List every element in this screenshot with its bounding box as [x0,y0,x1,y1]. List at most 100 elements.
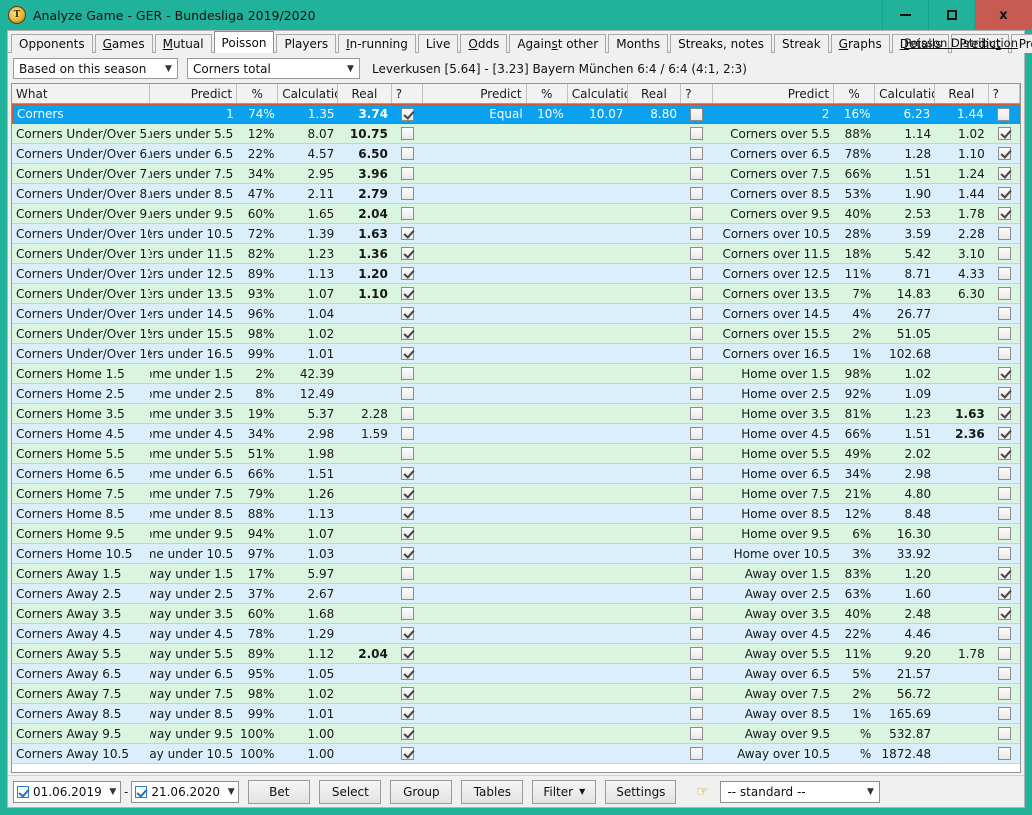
row-checkbox[interactable] [989,527,1020,540]
row-checkbox[interactable] [989,467,1020,480]
row-checkbox[interactable] [392,607,423,620]
row-checkbox[interactable] [681,407,712,420]
select-button[interactable]: Select [319,780,381,804]
settings-button[interactable]: Settings [605,780,676,804]
row-checkbox[interactable] [989,587,1020,600]
row-checkbox[interactable] [989,307,1020,320]
row-checkbox[interactable] [989,267,1020,280]
table-row[interactable]: Corners Home 10.5Home under 10.597%1.03H… [12,544,1020,564]
table-row[interactable]: Corners Under/Over 13.5Corners under 13.… [12,284,1020,304]
tab-mutual[interactable]: Mutual [155,34,212,53]
table-row[interactable]: Corners Away 6.5Away under 6.595%1.05Awa… [12,664,1020,684]
tab-streak[interactable]: Streak [774,34,829,53]
table-row[interactable]: Corners Under/Over 12.5Corners under 12.… [12,264,1020,284]
row-checkbox[interactable] [989,207,1020,220]
row-checkbox[interactable] [989,547,1020,560]
table-row[interactable]: Corners Home 3.5Home under 3.519%5.372.2… [12,404,1020,424]
row-checkbox[interactable] [392,347,423,360]
row-checkbox[interactable] [392,747,423,760]
tab-live[interactable]: Live [418,34,459,53]
row-checkbox[interactable] [681,147,712,160]
close-button[interactable]: x [974,0,1032,30]
row-checkbox[interactable] [392,467,423,480]
grid-column-header[interactable]: Real [338,84,392,103]
row-checkbox[interactable] [392,587,423,600]
grid-column-header[interactable]: Calculation [875,84,935,103]
table-row[interactable]: Corners Under/Over 6.5Corners under 6.52… [12,144,1020,164]
tab-opponents[interactable]: Opponents [11,34,93,53]
table-row[interactable]: Corners Home 6.5Home under 6.566%1.51Hom… [12,464,1020,484]
table-row[interactable]: Corners Away 5.5Away under 5.589%1.122.0… [12,644,1020,664]
row-checkbox[interactable] [989,407,1020,420]
row-checkbox[interactable] [392,527,423,540]
date-to-field[interactable]: 21.06.2020 ▼ [131,781,239,803]
row-checkbox[interactable] [681,387,712,400]
row-checkbox[interactable] [681,627,712,640]
row-checkbox[interactable] [681,647,712,660]
row-checkbox[interactable] [392,687,423,700]
tab-streaks-notes[interactable]: Streaks, notes [670,34,772,53]
row-checkbox[interactable] [989,647,1020,660]
table-row[interactable]: Corners Under/Over 14.5Corners under 14.… [12,304,1020,324]
row-checkbox[interactable] [989,187,1020,200]
row-checkbox[interactable] [681,167,712,180]
row-checkbox[interactable] [989,367,1020,380]
date-from-field[interactable]: 01.06.2019 ▼ [13,781,121,803]
table-row[interactable]: Corners Home 7.5Home under 7.579%1.26Hom… [12,484,1020,504]
row-checkbox[interactable] [989,607,1020,620]
row-checkbox[interactable] [681,108,712,121]
grid-column-header[interactable]: Predict [713,84,834,103]
row-checkbox[interactable] [392,647,423,660]
season-select[interactable]: Based on this season ▼ [13,58,178,79]
row-checkbox[interactable] [681,447,712,460]
table-row[interactable]: Corners Under/Over 16.5Corners under 16.… [12,344,1020,364]
row-checkbox[interactable] [989,487,1020,500]
table-row[interactable]: Corners Under/Over 15.5Corners under 15.… [12,324,1020,344]
row-checkbox[interactable] [681,367,712,380]
grid-column-header[interactable]: Real [935,84,989,103]
row-checkbox[interactable] [392,547,423,560]
row-checkbox[interactable] [392,447,423,460]
table-row[interactable]: Corners Away 4.5Away under 4.578%1.29Awa… [12,624,1020,644]
table-row[interactable]: Corners174%1.353.74Equal10%10.078.80216%… [12,104,1020,124]
row-checkbox[interactable] [681,667,712,680]
row-checkbox[interactable] [681,287,712,300]
row-checkbox[interactable] [681,327,712,340]
row-checkbox[interactable] [392,727,423,740]
row-checkbox[interactable] [989,287,1020,300]
row-checkbox[interactable] [392,108,423,121]
bet-button[interactable]: Bet [248,780,310,804]
row-checkbox[interactable] [681,207,712,220]
grid-column-header[interactable]: Predict [423,84,527,103]
row-checkbox[interactable] [989,387,1020,400]
row-checkbox[interactable] [988,108,1019,121]
row-checkbox[interactable] [681,307,712,320]
row-checkbox[interactable] [681,127,712,140]
grid-column-header[interactable]: Predict [150,84,238,103]
row-checkbox[interactable] [392,147,423,160]
date-to-checkbox[interactable] [135,786,147,798]
row-checkbox[interactable] [989,347,1020,360]
row-checkbox[interactable] [392,207,423,220]
table-row[interactable]: Corners Home 8.5Home under 8.588%1.13Hom… [12,504,1020,524]
row-checkbox[interactable] [392,267,423,280]
row-checkbox[interactable] [392,487,423,500]
maximize-button[interactable] [928,0,974,30]
row-checkbox[interactable] [392,627,423,640]
row-checkbox[interactable] [989,227,1020,240]
row-checkbox[interactable] [681,187,712,200]
table-row[interactable]: Corners Home 1.5Home under 1.52%42.39Hom… [12,364,1020,384]
table-row[interactable]: Corners Home 2.5Home under 2.58%12.49Hom… [12,384,1020,404]
grid-column-header[interactable]: % [237,84,278,103]
table-row[interactable]: Corners Away 10.5Away under 10.5100%1.00… [12,744,1020,764]
row-checkbox[interactable] [989,507,1020,520]
row-checkbox[interactable] [681,267,712,280]
tab-graphs[interactable]: Graphs [831,34,890,53]
row-checkbox[interactable] [392,427,423,440]
row-checkbox[interactable] [681,227,712,240]
row-checkbox[interactable] [989,567,1020,580]
grid-column-header[interactable]: What [12,84,150,103]
row-checkbox[interactable] [392,287,423,300]
row-checkbox[interactable] [681,747,712,760]
row-checkbox[interactable] [989,327,1020,340]
